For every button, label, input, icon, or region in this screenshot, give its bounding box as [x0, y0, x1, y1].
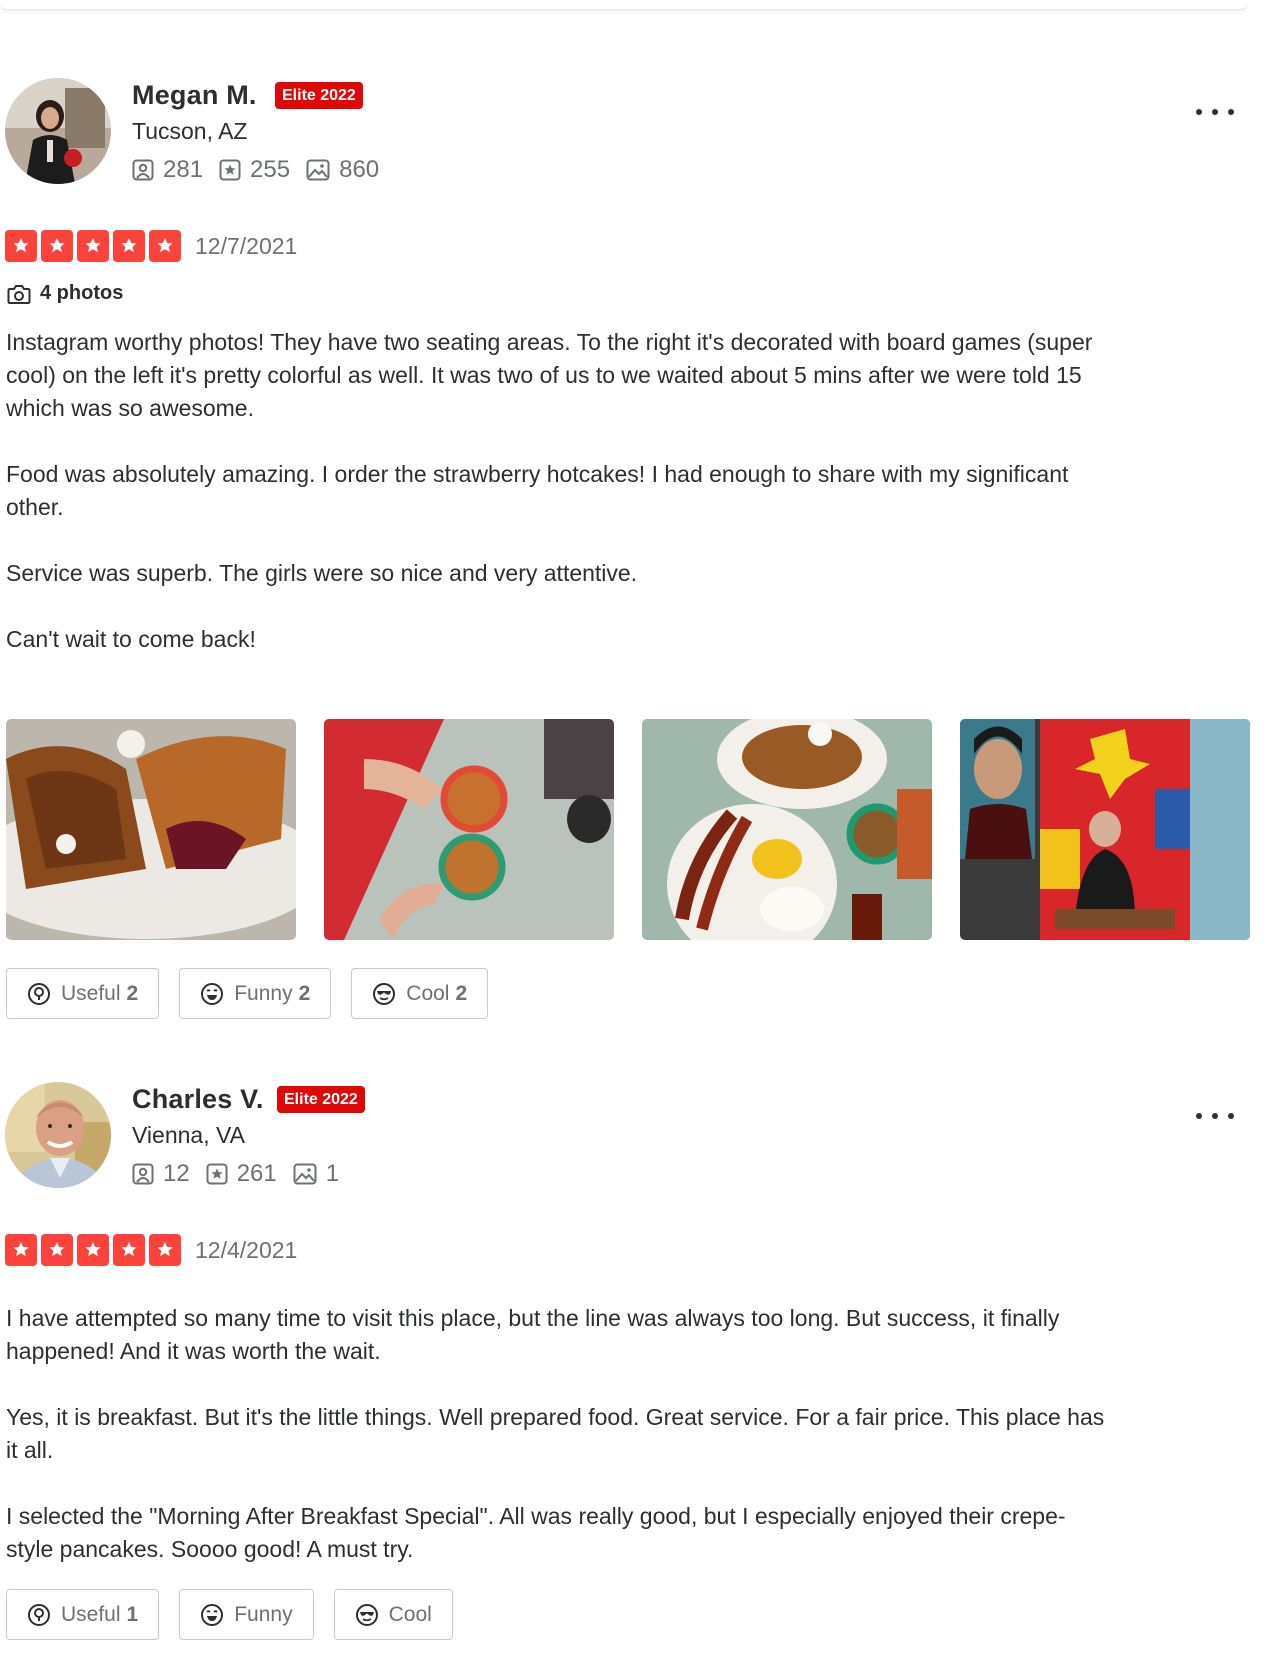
review-date: 12/7/2021	[195, 232, 298, 259]
star-outline-icon	[206, 1163, 228, 1185]
dot-icon	[1196, 109, 1202, 115]
friends-stat: 12	[132, 1160, 190, 1188]
elite-badge[interactable]: Elite 2022	[275, 82, 363, 109]
dot-icon	[1212, 1113, 1218, 1119]
reviews-count: 255	[250, 156, 291, 183]
star-icon	[41, 230, 73, 262]
star-icon	[41, 1234, 73, 1266]
photos-link-label: 4 photos	[40, 282, 124, 304]
useful-count: 1	[126, 1602, 139, 1626]
friends-stat: 281	[132, 156, 203, 184]
laughing-face-icon	[201, 1603, 224, 1626]
camera-icon	[7, 284, 31, 304]
sunglasses-face-icon	[355, 1603, 378, 1626]
review-paragraph: Yes, it is breakfast. But it's the littl…	[6, 1404, 1105, 1463]
funny-label: Funny	[234, 981, 293, 1005]
review-reactions: Useful 1 Funny Cool	[6, 1589, 473, 1640]
photos-stat: 1	[293, 1160, 339, 1188]
funny-label: Funny	[234, 1602, 293, 1626]
more-options-button[interactable]	[1196, 1106, 1234, 1126]
image-icon	[293, 1163, 317, 1185]
funny-button[interactable]: Funny 2	[179, 968, 332, 1019]
cool-count: 2	[455, 981, 468, 1005]
useful-label: Useful	[61, 1602, 121, 1626]
photos-count: 1	[325, 1160, 340, 1187]
photos-stat: 860	[306, 156, 379, 184]
photos-link[interactable]: 4 photos	[7, 282, 123, 305]
user-stats: 12 261 1	[132, 1160, 355, 1188]
friends-icon	[132, 1163, 154, 1185]
review-paragraph: Service was superb. The girls were so ni…	[6, 560, 638, 586]
star-icon	[149, 1234, 181, 1266]
star-outline-icon	[219, 159, 241, 181]
review-paragraph: I selected the "Morning After Breakfast …	[6, 1503, 1066, 1562]
user-avatar[interactable]	[5, 78, 111, 184]
review-photo-crepes[interactable]	[6, 719, 296, 940]
user-stats: 281 255 860	[132, 156, 395, 184]
dot-icon	[1212, 109, 1218, 115]
useful-button[interactable]: Useful 1	[6, 1589, 160, 1640]
lightbulb-icon	[28, 982, 50, 1005]
user-location: Tucson, AZ	[132, 118, 248, 144]
sunglasses-face-icon	[373, 982, 396, 1005]
funny-button[interactable]: Funny	[179, 1589, 314, 1640]
review-photo-mural[interactable]	[960, 719, 1250, 940]
star-icon	[77, 1234, 109, 1266]
useful-label: Useful	[61, 981, 121, 1005]
star-rating: 12/7/2021	[5, 230, 297, 262]
star-icon	[149, 230, 181, 262]
laughing-face-icon	[201, 982, 224, 1005]
funny-count: 2	[298, 981, 311, 1005]
previous-card-edge	[0, 0, 1247, 10]
cool-button[interactable]: Cool 2	[351, 968, 489, 1019]
review-text: I have attempted so many time to visit t…	[6, 1302, 1106, 1599]
friends-count: 281	[163, 156, 204, 183]
cool-label: Cool	[406, 981, 450, 1005]
user-location: Vienna, VA	[132, 1122, 245, 1148]
image-icon	[306, 159, 330, 181]
review-paragraph: Food was absolutely amazing. I order the…	[6, 461, 1069, 520]
review-photo-coffee-mugs[interactable]	[324, 719, 614, 940]
useful-count: 2	[126, 981, 139, 1005]
friends-count: 12	[163, 1160, 190, 1187]
more-options-button[interactable]	[1196, 102, 1234, 122]
star-icon	[113, 1234, 145, 1266]
user-name[interactable]: Megan M.	[132, 80, 257, 111]
dot-icon	[1228, 109, 1234, 115]
elite-badge[interactable]: Elite 2022	[277, 1086, 365, 1113]
reviews-stat: 261	[206, 1160, 277, 1188]
friends-icon	[132, 159, 154, 181]
cool-button[interactable]: Cool	[333, 1589, 453, 1640]
dot-icon	[1196, 1113, 1202, 1119]
review-text: Instagram worthy photos! They have two s…	[6, 326, 1106, 689]
photos-count: 860	[339, 156, 380, 183]
reviews-stat: 255	[219, 156, 290, 184]
star-icon	[113, 230, 145, 262]
cool-label: Cool	[388, 1602, 432, 1626]
star-icon	[5, 230, 37, 262]
useful-button[interactable]: Useful 2	[6, 968, 160, 1019]
star-icon	[5, 1234, 37, 1266]
dot-icon	[1228, 1113, 1234, 1119]
review-paragraph: I have attempted so many time to visit t…	[6, 1305, 1060, 1364]
review-reactions: Useful 2 Funny 2 Cool 2	[6, 968, 508, 1019]
star-icon	[77, 230, 109, 262]
reviews-count: 261	[236, 1160, 277, 1187]
user-name[interactable]: Charles V.	[132, 1084, 264, 1115]
review-photo-bacon-eggs[interactable]	[642, 719, 932, 940]
review-paragraph: Instagram worthy photos! They have two s…	[6, 329, 1093, 421]
star-rating: 12/4/2021	[5, 1234, 297, 1266]
review-date: 12/4/2021	[195, 1236, 298, 1263]
review-paragraph: Can't wait to come back!	[6, 626, 256, 652]
user-avatar[interactable]	[5, 1082, 111, 1188]
lightbulb-icon	[28, 1603, 50, 1626]
